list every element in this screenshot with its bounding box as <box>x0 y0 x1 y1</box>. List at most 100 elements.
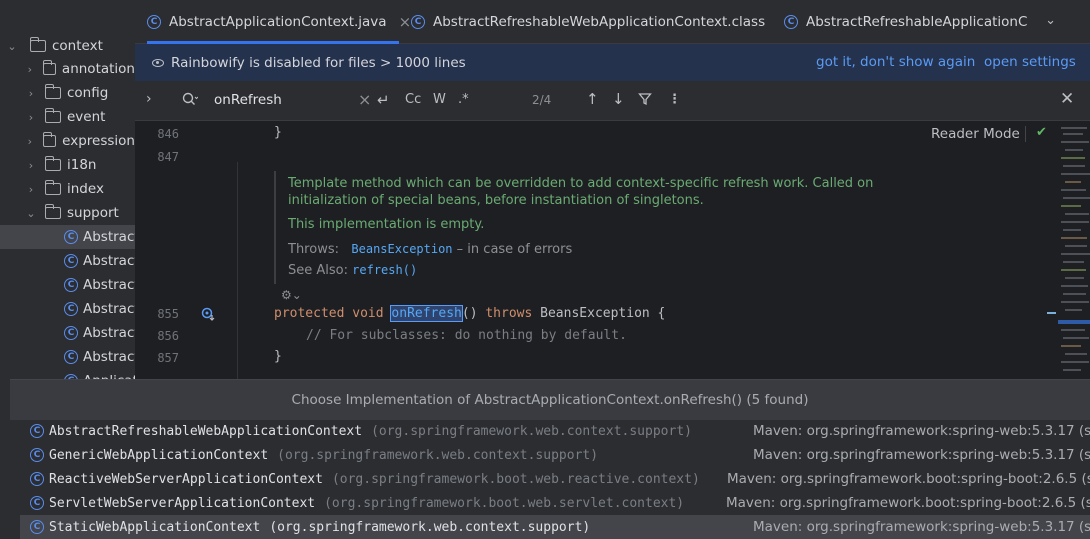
close-icon[interactable]: ✕ <box>1060 89 1074 109</box>
class-icon: C <box>411 15 425 29</box>
class-icon: C <box>30 424 44 438</box>
eye-icon <box>152 58 164 67</box>
check-icon: ✔ <box>1036 125 1047 140</box>
new-line-icon[interactable]: ↵ <box>377 91 390 109</box>
class-icon: C <box>30 448 44 462</box>
line-number: 855 <box>157 307 179 321</box>
toggle-rendered-doc-icon[interactable]: ⚙⌄ <box>281 288 302 302</box>
class-icon: C <box>784 15 798 29</box>
error-stripe-mark <box>1047 312 1056 314</box>
tab-abstract-refreshable-application-context[interactable]: C AbstractRefreshableApplicationCon <box>784 0 1028 44</box>
line-number: 857 <box>157 351 179 365</box>
arrow-up-icon[interactable]: ↑ <box>586 90 599 108</box>
implementations-gutter-icon[interactable] <box>201 307 217 325</box>
folder-icon <box>45 108 61 123</box>
expand-replace-icon[interactable]: › <box>146 91 152 107</box>
chevron-right-icon[interactable]: › <box>25 111 37 124</box>
code-editor[interactable]: 846 847 855 856 857 } Template method wh… <box>135 121 1090 379</box>
popup-title: Choose Implementation of AbstractApplica… <box>10 380 1090 420</box>
class-icon: C <box>64 326 78 340</box>
chevron-down-icon[interactable]: ⌄ <box>25 207 37 220</box>
code-brace: } <box>274 125 282 140</box>
got-it-link[interactable]: got it, don't show again <box>816 54 975 70</box>
notification-bar: Rainbowify is disabled for files > 1000 … <box>135 44 1090 81</box>
tree-item-context[interactable]: ⌄ context <box>0 34 135 58</box>
implementation-item-selected[interactable]: C StaticWebApplicationContext (org.sprin… <box>20 515 1090 539</box>
chevron-right-icon[interactable]: › <box>25 183 37 196</box>
tree-item-annotation[interactable]: › annotation <box>0 57 135 81</box>
search-icon[interactable] <box>182 92 199 110</box>
implementation-item[interactable]: C AbstractRefreshableWebApplicationConte… <box>20 419 1090 443</box>
code-brace: } <box>274 349 282 364</box>
tree-item-class[interactable]: C Abstract <box>0 249 135 273</box>
whole-words-toggle[interactable]: W <box>433 92 446 107</box>
minimap[interactable] <box>1057 121 1090 379</box>
code-comment: // For subclasses: do nothing by default… <box>306 328 627 343</box>
search-input[interactable]: onRefresh <box>214 92 282 108</box>
chevron-right-icon[interactable]: › <box>25 135 35 148</box>
class-icon: C <box>30 520 44 534</box>
chevron-down-icon[interactable]: ⌄ <box>1045 13 1056 28</box>
tree-item-class[interactable]: C Abstract <box>0 225 135 249</box>
clear-search-icon[interactable]: × <box>358 90 371 109</box>
tree-item-config[interactable]: › config <box>0 81 135 105</box>
tree-item-index[interactable]: › index <box>0 177 135 201</box>
tree-item-expression[interactable]: › expression <box>0 129 135 153</box>
tree-item-event[interactable]: › event <box>0 105 135 129</box>
line-number: 846 <box>157 127 179 141</box>
doc-text: Template method which can be overridden … <box>288 176 874 191</box>
chevron-right-icon[interactable]: › <box>25 63 35 76</box>
tab-abstract-refreshable-web-application-context[interactable]: C AbstractRefreshableWebApplicationConte… <box>411 0 765 44</box>
folder-icon <box>30 37 46 52</box>
regex-toggle[interactable]: .* <box>458 92 469 107</box>
editor-tabs: C AbstractApplicationContext.java × C Ab… <box>135 0 1090 44</box>
arrow-down-icon[interactable]: ↓ <box>612 90 625 108</box>
reader-mode-toggle[interactable]: Reader Mode <box>931 126 1020 142</box>
implementation-item[interactable]: C ReactiveWebServerApplicationContext (o… <box>20 467 1090 491</box>
implementation-item[interactable]: C ServletWebServerApplicationContext (or… <box>20 491 1090 515</box>
tree-item-class[interactable]: C Abstract <box>0 345 135 369</box>
implementation-item[interactable]: C GenericWebApplicationContext (org.spri… <box>20 443 1090 467</box>
folder-icon <box>45 84 61 99</box>
gutter-divider <box>237 162 238 379</box>
tree-item-support[interactable]: ⌄ support <box>0 201 135 225</box>
folder-icon <box>45 180 61 195</box>
folder-icon <box>42 60 56 75</box>
divider <box>1025 126 1026 142</box>
choose-implementation-popup: Choose Implementation of AbstractApplica… <box>10 379 1090 539</box>
throws-type-link[interactable]: BeansException <box>351 242 452 256</box>
folder-icon <box>45 204 61 219</box>
tree-item-class[interactable]: C Abstract <box>0 321 135 345</box>
filter-icon[interactable] <box>638 92 652 110</box>
doc-text: This implementation is empty. <box>288 217 485 232</box>
chevron-down-icon[interactable]: ⌄ <box>6 40 18 53</box>
folder-icon <box>42 132 57 147</box>
tree-item-class[interactable]: C Abstract <box>0 273 135 297</box>
open-settings-link[interactable]: open settings <box>984 54 1076 70</box>
class-icon: C <box>64 230 78 244</box>
find-bar: › onRefresh × ↵ Cc W .* 2/4 ↑ ↓ ⋮ ✕ <box>135 81 1090 121</box>
match-case-toggle[interactable]: Cc <box>405 92 421 107</box>
class-icon: C <box>147 15 161 29</box>
folder-icon <box>45 156 61 171</box>
notification-text: Rainbowify is disabled for files > 1000 … <box>171 54 466 71</box>
class-icon: C <box>64 302 78 316</box>
line-number: 856 <box>157 329 179 343</box>
class-icon: C <box>64 278 78 292</box>
tree-item-class[interactable]: C Abstract <box>0 297 135 321</box>
javadoc-block: Template method which can be overridden … <box>274 171 894 284</box>
match-count: 2/4 <box>532 93 552 107</box>
close-icon[interactable]: × <box>399 13 412 31</box>
tab-abstract-application-context[interactable]: C AbstractApplicationContext.java × <box>147 0 411 44</box>
doc-see-also: See Also: refresh() <box>288 263 418 278</box>
chevron-right-icon[interactable]: › <box>25 87 37 100</box>
line-number: 847 <box>157 150 179 164</box>
tree-item-i18n[interactable]: › i18n <box>0 153 135 177</box>
search-match-highlight[interactable]: onRefresh <box>390 305 463 322</box>
see-also-link[interactable]: refresh() <box>352 263 417 277</box>
class-icon: C <box>64 350 78 364</box>
class-icon: C <box>64 254 78 268</box>
chevron-right-icon[interactable]: › <box>25 159 37 172</box>
method-declaration: protected void onRefresh() throws BeansE… <box>274 305 666 322</box>
more-options-icon[interactable]: ⋮ <box>668 92 681 107</box>
